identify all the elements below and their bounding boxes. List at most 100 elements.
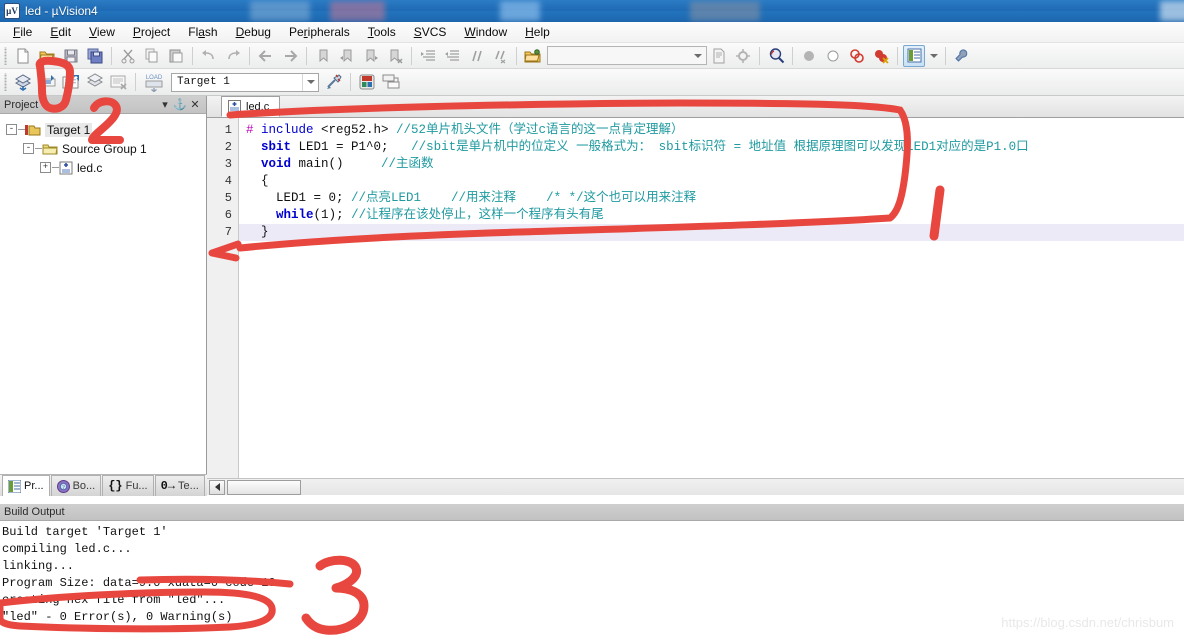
toolbar-grip-icon[interactable] [2, 46, 9, 65]
editor-tab-strip[interactable]: led.c [207, 96, 1184, 118]
menu-view[interactable]: View [80, 23, 124, 41]
scroll-left-button[interactable] [209, 479, 225, 495]
breakpoint-empty-icon[interactable] [822, 45, 844, 67]
project-window-dropdown-icon[interactable] [927, 45, 940, 67]
toolbar-grip-icon[interactable] [2, 73, 9, 91]
paste-icon[interactable] [165, 45, 187, 67]
project-window-icon[interactable] [903, 44, 925, 67]
code-token-txt: } [246, 225, 269, 239]
find-combo[interactable] [547, 46, 707, 65]
panel-pin-icon[interactable]: ⚓ [173, 98, 187, 112]
expander-icon[interactable]: - [23, 143, 34, 154]
uncomment-icon[interactable] [489, 45, 511, 67]
menu-flash[interactable]: Flash [179, 23, 226, 41]
scroll-thumb[interactable] [227, 479, 301, 495]
code-line[interactable]: while(1); //让程序在该处停止，这样一个程序有头有尾 [239, 207, 1184, 224]
download-to-flash-icon[interactable]: LOAD [141, 71, 167, 93]
code-line[interactable]: sbit LED1 = P1^0; //sbit是单片机中的位定义 一般格式为：… [239, 139, 1184, 156]
editor-horizontal-scrollbar[interactable] [207, 478, 1184, 495]
code-line[interactable]: } [239, 224, 1184, 241]
breakpoint-filled-icon[interactable] [798, 45, 820, 67]
project-tree[interactable]: - Target 1 - Source Group 1 + led.c [0, 114, 206, 177]
target-select[interactable]: Target 1 [171, 72, 319, 92]
chevron-down-icon[interactable] [302, 73, 318, 91]
code-token-num: 0 [328, 191, 337, 205]
toolbar-separator [792, 46, 793, 65]
panel-tab-functions[interactable]: {} Fu... [102, 475, 154, 496]
bookmark-prev-icon[interactable] [336, 45, 358, 67]
translate-icon[interactable] [12, 71, 34, 93]
expander-icon[interactable]: + [40, 162, 51, 173]
code-line[interactable]: { [239, 173, 1184, 190]
menu-debug[interactable]: Debug [227, 23, 280, 41]
find-icon[interactable] [765, 45, 787, 67]
project-panel: Project ▾ ⚓ ✕ - Target 1 - Source Group … [0, 96, 207, 495]
code-token-inc: include [253, 123, 322, 137]
code-editor[interactable]: 1 2 3 4 5 6 7 # include <reg52.h> //52单片… [207, 118, 1184, 495]
titlebar-blur-2 [330, 1, 385, 21]
tree-item-target[interactable]: - Target 1 [6, 120, 206, 139]
project-panel-tabs[interactable]: Pr... ? Bo... {} Fu... 0→ Te... [0, 474, 207, 496]
code-line[interactable]: # include <reg52.h> //52单片机头文件（学过c语言的这一点… [239, 122, 1184, 139]
outdent-icon[interactable] [441, 45, 463, 67]
menu-help[interactable]: Help [516, 23, 559, 41]
find-in-files-icon[interactable] [708, 45, 730, 67]
editor-tab-led-c[interactable]: led.c [221, 96, 281, 117]
undo-icon[interactable] [198, 45, 220, 67]
manage-components-icon[interactable] [356, 71, 378, 93]
configure-icon[interactable] [732, 45, 754, 67]
toolbar-separator [350, 73, 351, 91]
menu-project[interactable]: Project [124, 23, 179, 41]
rebuild-all-icon[interactable] [60, 71, 82, 93]
batch-build-icon[interactable] [84, 71, 106, 93]
breakpoint-disable-all-icon[interactable] [846, 45, 868, 67]
chevron-down-icon[interactable] [690, 47, 706, 64]
menu-edit[interactable]: Edit [41, 23, 80, 41]
build-output-text[interactable]: Build target 'Target 1' compiling led.c..… [0, 521, 1184, 626]
menu-bar[interactable]: File Edit View Project Flash Debug Peripherals… [0, 22, 1184, 43]
expander-icon[interactable]: - [6, 124, 17, 135]
navigate-forward-icon[interactable] [279, 45, 301, 67]
build-toolbar[interactable]: LOAD Target 1 [0, 69, 1184, 96]
build-icon[interactable] [36, 71, 58, 93]
menu-tools[interactable]: Tools [359, 23, 405, 41]
manage-multiproject-icon[interactable] [380, 71, 402, 93]
comment-icon[interactable] [465, 45, 487, 67]
code-text[interactable]: # include <reg52.h> //52单片机头文件（学过c语言的这一点… [239, 118, 1184, 495]
menu-file[interactable]: File [4, 23, 41, 41]
tree-item-source-group[interactable]: - Source Group 1 [6, 139, 206, 158]
menu-svcs[interactable]: SVCS [405, 23, 456, 41]
panel-tab-templates[interactable]: 0→ Te... [154, 475, 205, 496]
target-options-icon[interactable] [323, 71, 345, 93]
code-line[interactable]: void main() //主函数 [239, 156, 1184, 173]
save-icon[interactable] [60, 45, 82, 67]
tree-item-led-c[interactable]: + led.c [6, 158, 206, 177]
copy-icon[interactable] [141, 45, 163, 67]
panel-tab-project[interactable]: Pr... [2, 475, 50, 496]
configure-wizard-icon[interactable] [951, 45, 973, 67]
new-file-icon[interactable] [12, 45, 34, 67]
stop-build-icon[interactable] [108, 71, 130, 93]
menu-peripherals[interactable]: Peripherals [280, 23, 359, 41]
code-token-cm: //主函数 [381, 157, 434, 171]
bookmark-toggle-icon[interactable] [312, 45, 334, 67]
code-line[interactable]: LED1 = 0; //点亮LED1 //用来注释 /* */这个也可以用来注释 [239, 190, 1184, 207]
panel-close-icon[interactable]: ✕ [188, 98, 202, 112]
titlebar-blur-5 [1160, 1, 1184, 21]
cut-icon[interactable] [117, 45, 139, 67]
bookmark-next-icon[interactable] [360, 45, 382, 67]
panel-menu-icon[interactable]: ▾ [158, 98, 172, 112]
navigate-back-icon[interactable] [255, 45, 277, 67]
indent-icon[interactable] [417, 45, 439, 67]
redo-icon[interactable] [222, 45, 244, 67]
panel-tab-books[interactable]: ? Bo... [50, 475, 102, 496]
open-file-icon[interactable] [36, 45, 58, 67]
save-all-icon[interactable] [84, 45, 106, 67]
bookmark-clear-icon[interactable] [384, 45, 406, 67]
main-toolbar[interactable] [0, 43, 1184, 69]
menu-window[interactable]: Window [455, 23, 516, 41]
open-project-folder-icon[interactable] [522, 45, 544, 67]
code-token-kw: void [261, 157, 292, 171]
breakpoint-kill-all-icon[interactable] [870, 45, 892, 67]
